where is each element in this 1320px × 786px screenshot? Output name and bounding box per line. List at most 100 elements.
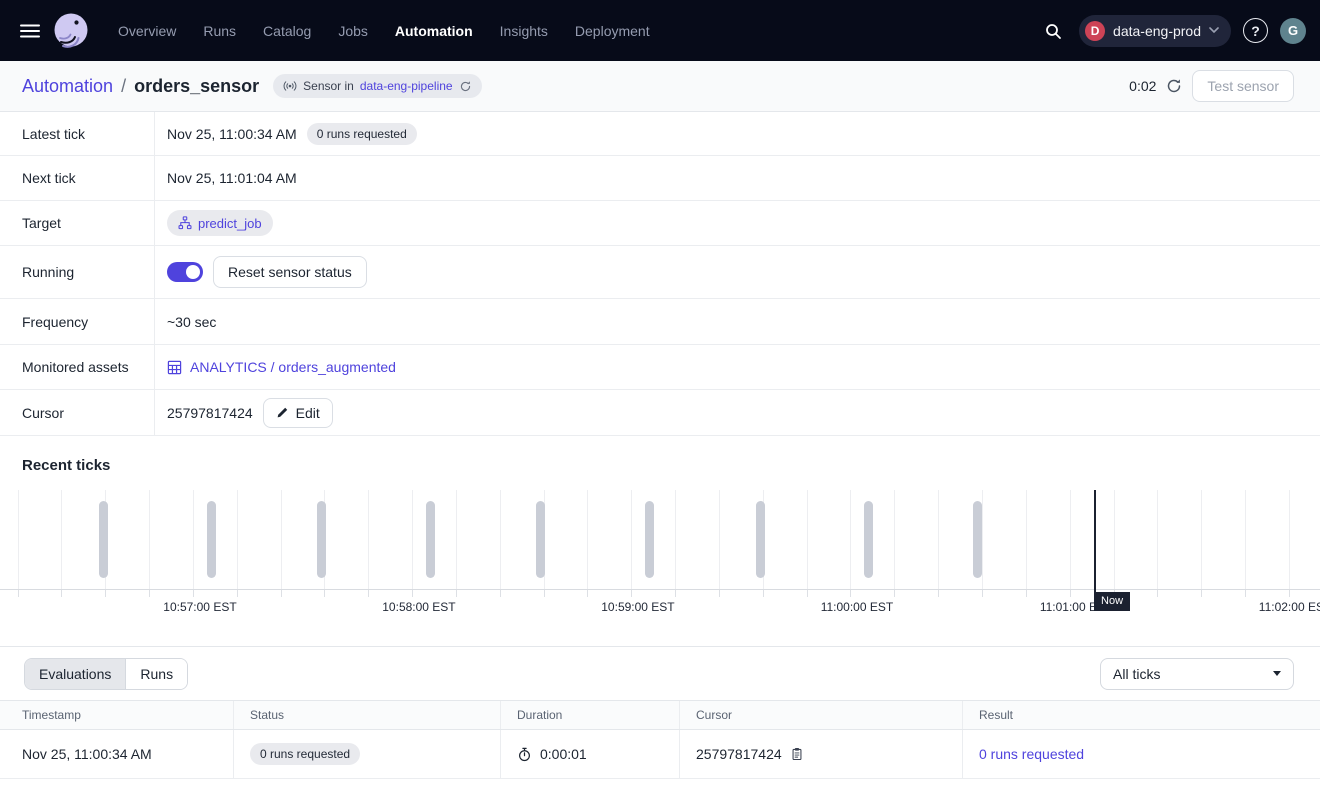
col-header-result: Result xyxy=(962,701,1320,729)
tick-bar[interactable] xyxy=(426,501,435,578)
tick-bar[interactable] xyxy=(864,501,873,578)
gridline xyxy=(1245,490,1246,589)
axis-tick xyxy=(894,590,895,597)
running-label: Running xyxy=(0,246,155,298)
axis-tick xyxy=(1026,590,1027,597)
edit-cursor-button-label: Edit xyxy=(296,405,320,421)
copy-cursor-icon[interactable] xyxy=(790,747,804,761)
cursor-row: Cursor 25797817424 Edit xyxy=(0,390,1320,436)
tick-status-filter[interactable]: All ticks xyxy=(1100,658,1294,690)
deployment-switcher[interactable]: D data-eng-prod xyxy=(1079,15,1231,47)
chevron-down-icon xyxy=(1209,27,1219,34)
axis-tick xyxy=(719,590,720,597)
user-avatar[interactable]: G xyxy=(1280,18,1306,44)
cell-timestamp: Nov 25, 11:00:34 AM xyxy=(0,730,233,778)
edit-cursor-button[interactable]: Edit xyxy=(263,398,333,428)
toggle-knob xyxy=(186,265,200,279)
deployment-initial-badge: D xyxy=(1085,21,1105,41)
tick-bar[interactable] xyxy=(536,501,545,578)
refresh-icon[interactable] xyxy=(1166,78,1182,94)
recent-ticks-section-heading: Recent ticks xyxy=(0,436,1320,490)
axis-label: 11:00:00 EST xyxy=(821,600,894,614)
gridline xyxy=(1157,490,1158,589)
axis-tick xyxy=(105,590,106,597)
code-location-link[interactable]: data-eng-pipeline xyxy=(360,79,453,93)
tick-timeline: 10:57:00 EST10:58:00 EST10:59:00 EST11:0… xyxy=(0,490,1320,620)
target-job-link: predict_job xyxy=(198,216,262,231)
gridline xyxy=(719,490,720,589)
page-title: orders_sensor xyxy=(134,76,259,97)
tick-status-filter-value: All ticks xyxy=(1113,666,1160,682)
axis-tick xyxy=(412,590,413,597)
axis-tick xyxy=(500,590,501,597)
axis-tick xyxy=(982,590,983,597)
monitored-assets-row: Monitored assets ANALYTICS / orders_augm… xyxy=(0,345,1320,390)
menu-icon[interactable] xyxy=(18,19,42,43)
tick-bar[interactable] xyxy=(756,501,765,578)
top-nav: Overview Runs Catalog Jobs Automation In… xyxy=(0,0,1320,61)
nav-item-insights[interactable]: Insights xyxy=(500,23,548,39)
axis-label: 11:02:00 EST xyxy=(1259,600,1320,614)
dagster-app: Overview Runs Catalog Jobs Automation In… xyxy=(0,0,1320,786)
nav-item-runs[interactable]: Runs xyxy=(203,23,236,39)
nav-item-jobs[interactable]: Jobs xyxy=(338,23,368,39)
col-header-cursor: Cursor xyxy=(679,701,962,729)
gridline xyxy=(1070,490,1071,589)
tick-bar[interactable] xyxy=(973,501,982,578)
reload-location-icon[interactable] xyxy=(459,80,472,93)
gridline xyxy=(894,490,895,589)
next-tick-label: Next tick xyxy=(0,156,155,200)
now-marker-badge: Now xyxy=(1094,592,1130,611)
axis-tick xyxy=(850,590,851,597)
axis-tick xyxy=(1245,590,1246,597)
search-icon[interactable] xyxy=(1039,17,1067,45)
nav-item-overview[interactable]: Overview xyxy=(118,23,176,39)
tick-bar[interactable] xyxy=(207,501,216,578)
page-header-right: 0:02 Test sensor xyxy=(1129,70,1294,102)
test-sensor-button[interactable]: Test sensor xyxy=(1192,70,1294,102)
next-tick-value: Nov 25, 11:01:04 AM xyxy=(167,170,297,186)
cursor-label: Cursor xyxy=(0,390,155,435)
cell-result-link[interactable]: 0 runs requested xyxy=(979,746,1084,762)
gridline xyxy=(368,490,369,589)
frequency-row: Frequency ~30 sec xyxy=(0,299,1320,345)
table-row: Nov 25, 11:00:34 AM 0 runs requested 0:0… xyxy=(0,730,1320,779)
nav-item-catalog[interactable]: Catalog xyxy=(263,23,311,39)
axis-tick xyxy=(324,590,325,597)
tick-bar[interactable] xyxy=(645,501,654,578)
caret-down-icon xyxy=(1273,671,1281,676)
monitored-asset-key: ANALYTICS / orders_augmented xyxy=(190,359,396,375)
tab-evaluations[interactable]: Evaluations xyxy=(25,659,126,689)
tick-bar[interactable] xyxy=(317,501,326,578)
gridline xyxy=(149,490,150,589)
axis-tick xyxy=(193,590,194,597)
page-header: Automation / orders_sensor Sensor in dat… xyxy=(0,61,1320,112)
running-toggle[interactable] xyxy=(167,262,203,282)
gridline xyxy=(675,490,676,589)
nav-item-automation[interactable]: Automation xyxy=(395,23,473,39)
gridline xyxy=(281,490,282,589)
nav-item-deployment[interactable]: Deployment xyxy=(575,23,650,39)
axis-tick xyxy=(544,590,545,597)
reset-sensor-status-button[interactable]: Reset sensor status xyxy=(213,256,367,288)
gridline xyxy=(237,490,238,589)
dagster-logo-icon[interactable] xyxy=(51,11,91,51)
tick-bar[interactable] xyxy=(99,501,108,578)
help-icon[interactable]: ? xyxy=(1243,18,1268,43)
breadcrumb-automation-link[interactable]: Automation xyxy=(22,76,113,97)
timeline-gap xyxy=(0,620,1320,646)
gridline xyxy=(1201,490,1202,589)
monitored-asset-link[interactable]: ANALYTICS / orders_augmented xyxy=(167,359,396,375)
col-header-duration: Duration xyxy=(500,701,679,729)
axis-tick xyxy=(675,590,676,597)
tab-runs[interactable]: Runs xyxy=(126,659,187,689)
axis-tick xyxy=(1157,590,1158,597)
deployment-name: data-eng-prod xyxy=(1113,23,1201,39)
sensor-details: Latest tick Nov 25, 11:00:34 AM 0 runs r… xyxy=(0,112,1320,436)
axis-tick xyxy=(368,590,369,597)
cursor-value: 25797817424 xyxy=(167,405,253,421)
table-icon xyxy=(167,360,182,375)
now-marker-line xyxy=(1094,490,1096,594)
target-job-pill[interactable]: predict_job xyxy=(167,210,273,236)
breadcrumb: Automation / orders_sensor xyxy=(22,76,259,97)
